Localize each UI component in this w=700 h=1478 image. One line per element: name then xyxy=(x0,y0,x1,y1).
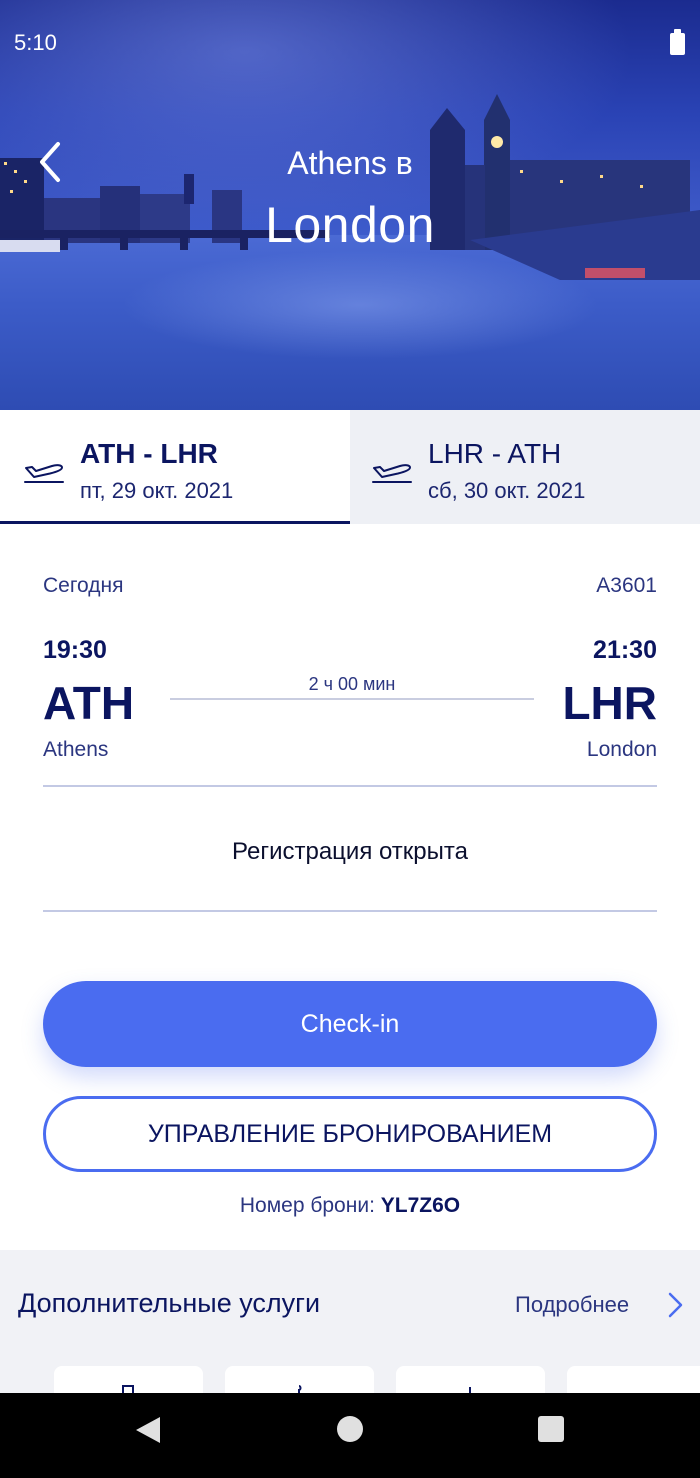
chevron-right-icon[interactable] xyxy=(666,1291,684,1319)
nav-home-icon[interactable] xyxy=(337,1416,363,1442)
flight-number: A3601 xyxy=(596,574,657,597)
divider xyxy=(43,910,657,912)
service-card[interactable] xyxy=(396,1366,545,1394)
status-bar: 5:10 xyxy=(0,0,700,90)
flight-card: Сегодня A3601 19:30 21:30 ATH LHR 2 ч 00… xyxy=(0,524,700,1250)
departure-airport-code: ATH xyxy=(43,677,135,729)
departure-city: Athens xyxy=(43,738,109,761)
tab-outbound-route: ATH - LHR xyxy=(80,438,218,469)
flight-day-label: Сегодня xyxy=(43,574,124,597)
arrival-airport-code: LHR xyxy=(562,677,657,729)
battery-icon xyxy=(670,29,685,55)
tab-return-route: LHR - ATH xyxy=(428,438,562,469)
plane-takeoff-icon xyxy=(372,464,412,483)
booking-reference: Номер брони: YL7Z6O xyxy=(0,1194,700,1218)
tab-return-date: сб, 30 окт. 2021 xyxy=(428,478,586,503)
hero-destination: London xyxy=(265,197,435,253)
tab-outbound[interactable]: ATH - LHR пт, 29 окт. 2021 xyxy=(0,410,350,524)
extras-more-link[interactable]: Подробнее xyxy=(515,1292,629,1318)
flight-duration: 2 ч 00 мин xyxy=(308,674,396,694)
tab-outbound-date: пт, 29 окт. 2021 xyxy=(80,478,234,503)
extra-services-section: Дополнительные услуги Подробнее xyxy=(0,1250,700,1394)
status-time: 5:10 xyxy=(14,30,57,55)
service-card[interactable] xyxy=(54,1366,203,1394)
hero-origin: Athens в xyxy=(287,145,413,181)
tab-return[interactable]: LHR - ATH сб, 30 окт. 2021 xyxy=(350,410,700,524)
route-line xyxy=(170,698,534,700)
checkin-status: Регистрация открыта xyxy=(232,838,468,865)
departure-time: 19:30 xyxy=(43,636,107,664)
service-card[interactable] xyxy=(225,1366,374,1394)
divider xyxy=(43,785,657,787)
plane-takeoff-icon xyxy=(24,464,64,483)
service-card[interactable] xyxy=(567,1366,700,1394)
nav-recents-icon[interactable] xyxy=(538,1416,564,1442)
extras-title: Дополнительные услуги xyxy=(18,1288,321,1318)
checkin-button[interactable]: Check-in xyxy=(43,981,657,1067)
manage-booking-button[interactable]: УПРАВЛЕНИЕ БРОНИРОВАНИЕМ xyxy=(43,1096,657,1172)
android-navigation-bar xyxy=(0,1393,700,1478)
hero-banner: 5:10 Athens в London xyxy=(0,0,700,410)
booking-code: YL7Z6O xyxy=(380,1194,461,1217)
booking-label: Номер брони: xyxy=(239,1194,375,1217)
arrival-time: 21:30 xyxy=(593,636,657,664)
arrival-city: London xyxy=(586,738,657,761)
leg-tabs: ATH - LHR пт, 29 окт. 2021 LHR - ATH сб,… xyxy=(0,410,700,524)
nav-back-icon[interactable] xyxy=(134,1415,162,1445)
